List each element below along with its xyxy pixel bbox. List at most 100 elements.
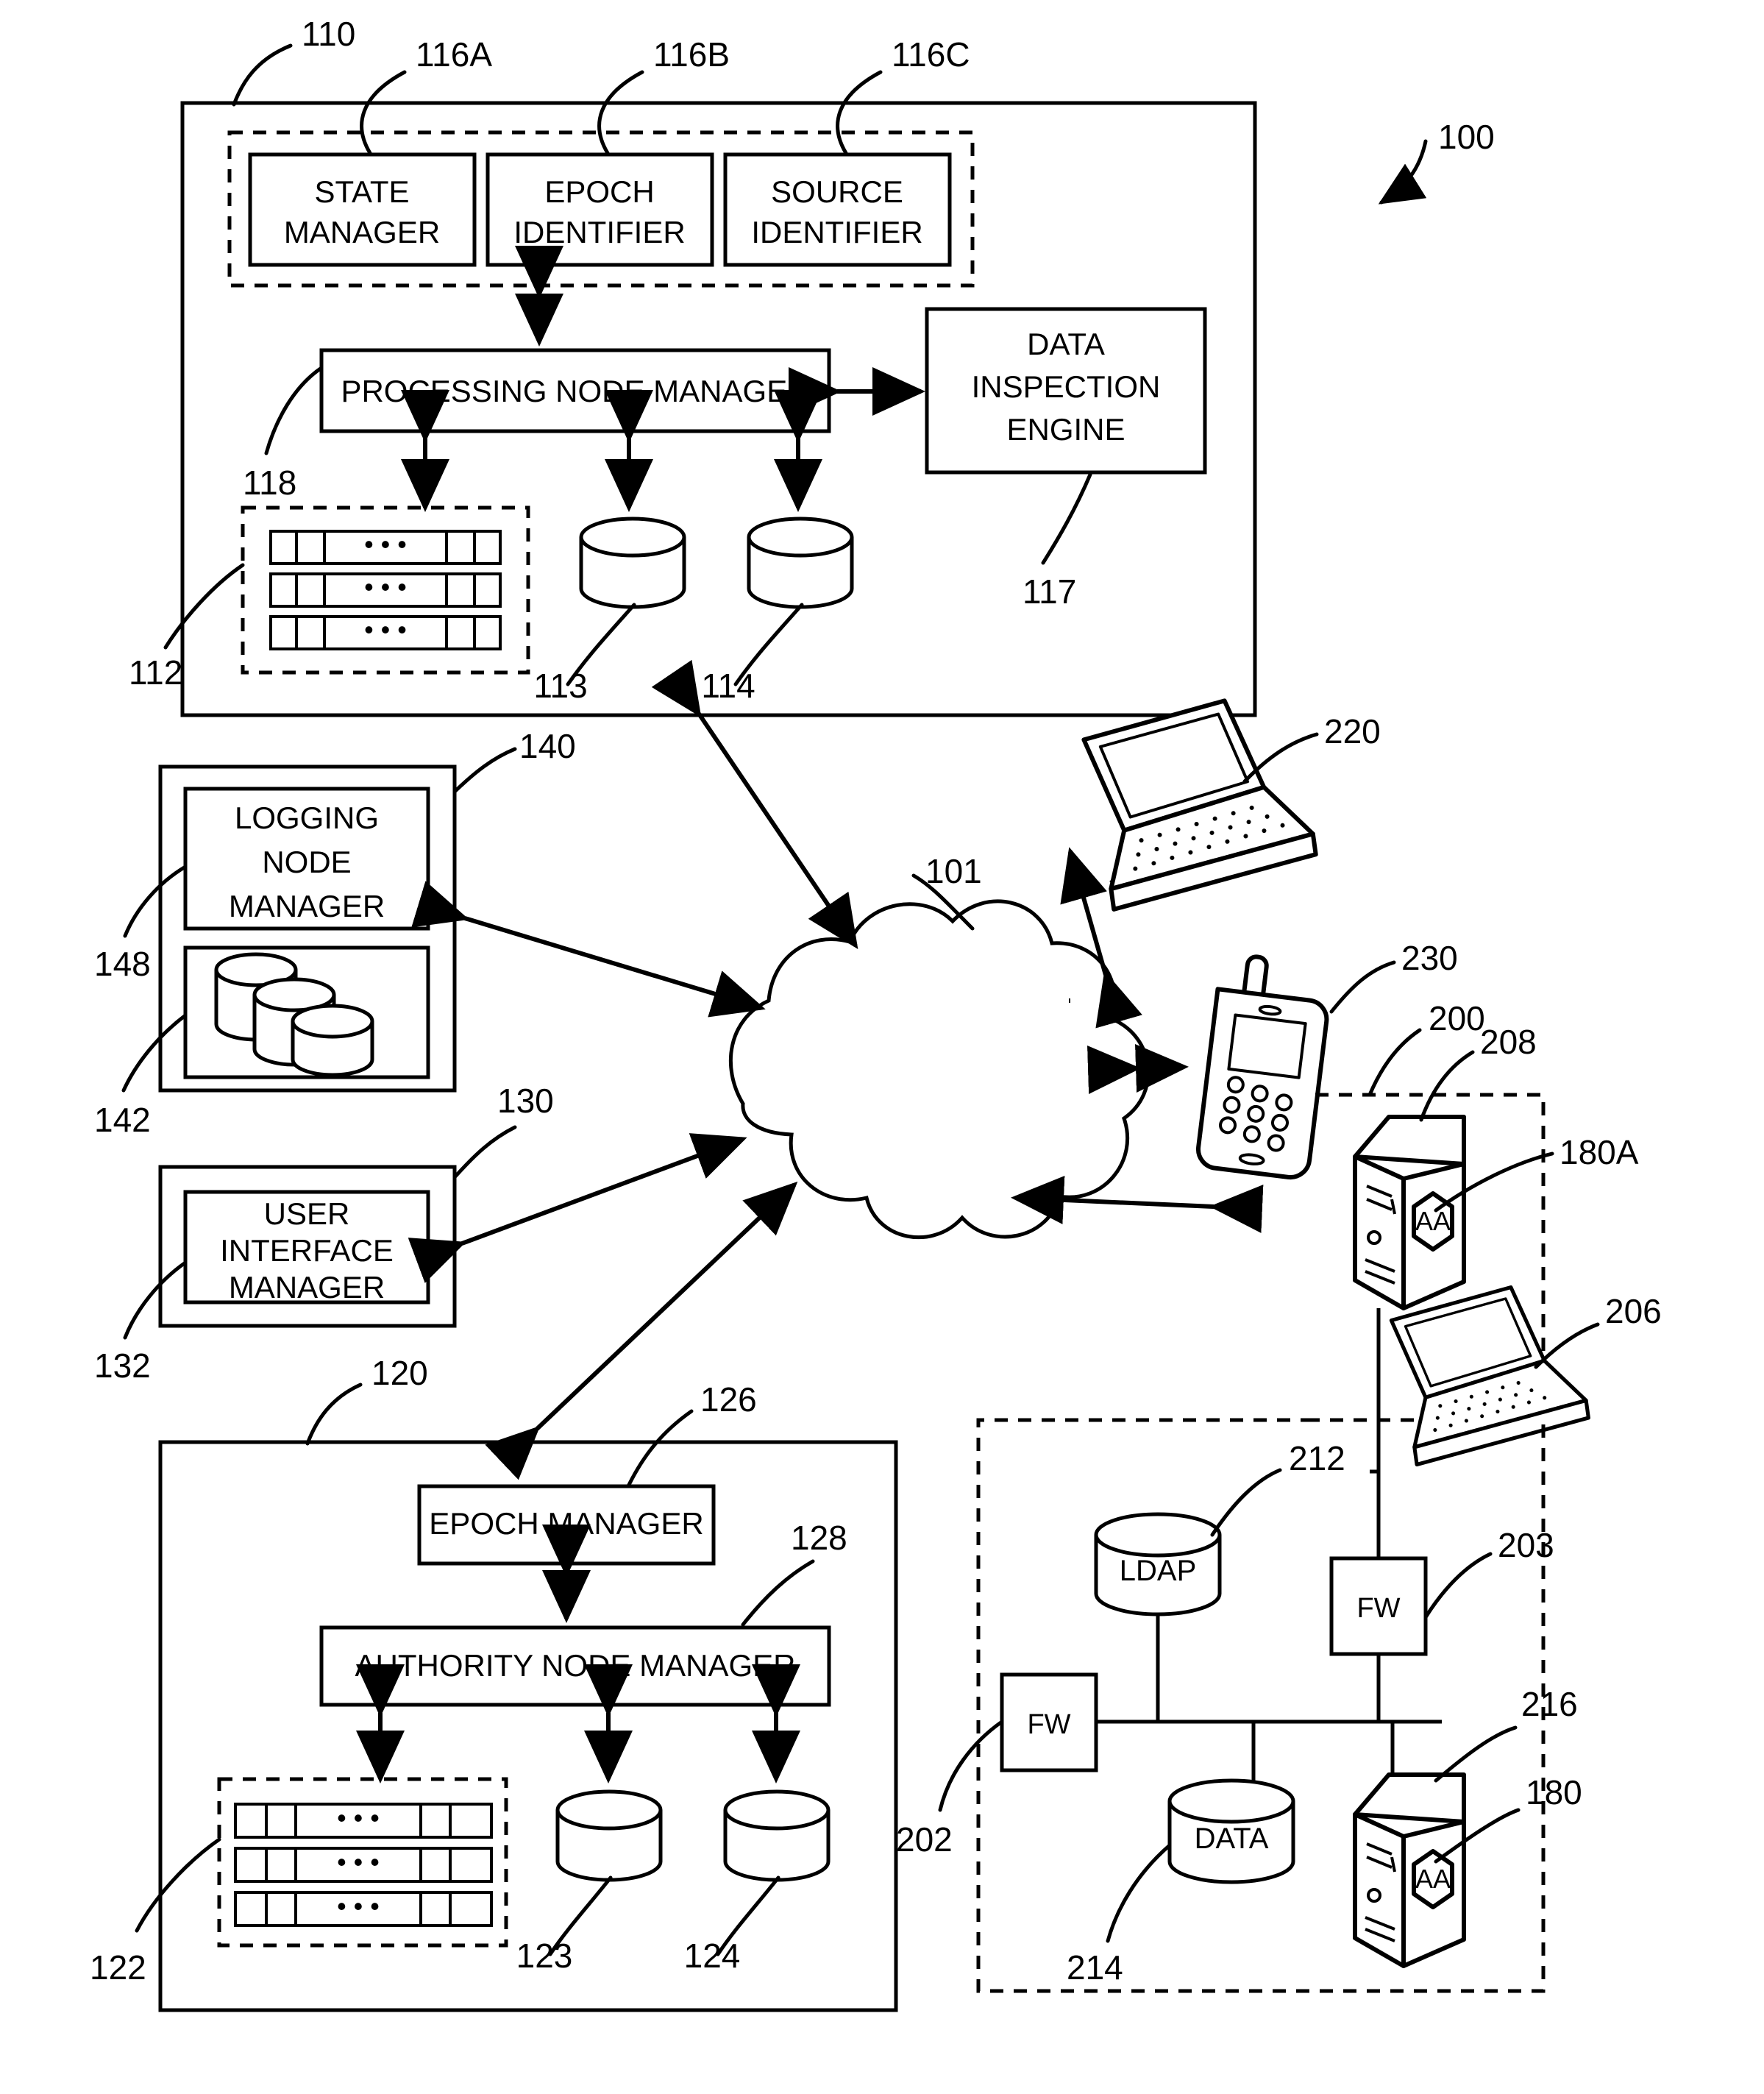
ref-180: 180 — [1526, 1773, 1582, 1811]
server-216-badge: AA — [1415, 1864, 1451, 1894]
processing-rack: • • • • • • • • • — [269, 529, 502, 650]
lead-214 — [1106, 1843, 1172, 1943]
ref-142: 142 — [94, 1101, 151, 1139]
ref-112: 112 — [129, 653, 182, 692]
die-label-2: INSPECTION — [972, 369, 1161, 404]
die-label-1: DATA — [1027, 327, 1105, 361]
state-manager-label-2: MANAGER — [284, 215, 440, 249]
ref-216: 216 — [1521, 1685, 1578, 1723]
logging-node-manager-label-3: MANAGER — [229, 889, 385, 923]
laptop-220-icon — [1081, 698, 1318, 912]
authority-node-manager-label: AUTHORITY NODE MANAGER — [355, 1648, 796, 1683]
arrow-cloud-phone-230 — [1087, 1044, 1189, 1095]
lead-100 — [1378, 139, 1428, 205]
processing-store-114 — [747, 517, 854, 609]
epoch-manager-label: EPOCH MANAGER — [429, 1506, 703, 1541]
ref-208: 208 — [1480, 1023, 1537, 1061]
lead-140 — [452, 747, 517, 794]
lead-126 — [627, 1409, 694, 1487]
ref-220: 220 — [1324, 712, 1381, 750]
lead-148 — [123, 865, 188, 938]
lead-116B — [597, 70, 644, 155]
arrow-cloud-ui-node — [408, 1133, 747, 1283]
lead-110 — [232, 43, 293, 107]
data-214-label: DATA — [1195, 1823, 1269, 1855]
lead-200 — [1368, 1028, 1422, 1097]
patent-figure-canvas: 110 100 STATE MANAGER 116A EPOCH IDENTIF… — [0, 0, 1764, 2094]
server-216-icon: AA — [1353, 1772, 1466, 1968]
ref-230: 230 — [1401, 939, 1458, 977]
ref-100: 100 — [1438, 118, 1495, 156]
lead-116A — [360, 70, 407, 155]
authority-store-123 — [555, 1789, 663, 1882]
ref-128: 128 — [791, 1519, 847, 1557]
logging-storage-cylinders — [214, 952, 374, 1077]
die-label-3: ENGINE — [1006, 412, 1125, 447]
logging-node-manager-label-1: LOGGING — [235, 801, 379, 835]
lead-142 — [121, 1013, 188, 1093]
lead-216 — [1434, 1725, 1518, 1783]
ui-manager-label-3: MANAGER — [229, 1270, 385, 1305]
lead-130 — [452, 1125, 517, 1179]
firewall-203-label: FW — [1356, 1593, 1400, 1624]
lead-128 — [741, 1559, 815, 1627]
ref-117: 117 — [1023, 572, 1076, 611]
state-manager-label-1: STATE — [314, 174, 409, 209]
authority-rack: • • • • • • • • • — [234, 1803, 493, 1927]
auth-rack-row-dots-3: • • • — [337, 1891, 380, 1921]
ldap-212-label: LDAP — [1120, 1555, 1197, 1587]
ref-116B: 116B — [653, 35, 730, 74]
rack-row-dots-3: • • • — [364, 614, 407, 645]
data-214-icon: DATA — [1167, 1778, 1295, 1884]
firewall-202-label: FW — [1027, 1709, 1070, 1740]
ref-148: 148 — [94, 945, 151, 983]
auth-rack-row-dots: • • • — [337, 1803, 380, 1833]
ref-212: 212 — [1289, 1439, 1345, 1477]
source-identifier-label-1: SOURCE — [771, 174, 903, 209]
arrow-cloud-laptop-220 — [1060, 847, 1142, 1029]
ref-120: 120 — [371, 1354, 428, 1392]
lead-208 — [1419, 1050, 1475, 1122]
lead-117 — [1041, 472, 1092, 565]
epoch-identifier-label-2: IDENTIFIER — [513, 215, 685, 249]
ref-123: 123 — [516, 1937, 573, 1975]
ref-114: 114 — [701, 667, 755, 705]
ref-118: 118 — [243, 464, 296, 502]
ref-140: 140 — [519, 727, 576, 765]
ref-180A: 180A — [1559, 1133, 1639, 1171]
ref-206: 206 — [1605, 1292, 1662, 1330]
ref-200: 200 — [1429, 999, 1485, 1037]
processing-node-manager-label: PROCESSING NODE MANAGER — [341, 374, 809, 408]
ui-manager-label-1: USER — [264, 1196, 350, 1231]
ui-manager-label-2: INTERFACE — [220, 1233, 394, 1268]
ref-132: 132 — [94, 1346, 151, 1385]
lead-116C — [836, 70, 883, 155]
lead-203 — [1423, 1552, 1493, 1619]
ref-116C: 116C — [892, 35, 970, 74]
ref-101: 101 — [925, 852, 982, 890]
ref-126: 126 — [700, 1380, 757, 1419]
arrow-cloud-processing-node — [651, 659, 858, 949]
ref-122: 122 — [90, 1948, 146, 1987]
lead-112 — [163, 563, 245, 650]
ref-110: 110 — [302, 15, 355, 53]
lead-202 — [938, 1719, 1004, 1812]
lead-120 — [305, 1383, 363, 1446]
ref-202: 202 — [896, 1820, 953, 1859]
server-208-badge: AA — [1415, 1206, 1451, 1236]
lead-206 — [1534, 1322, 1600, 1369]
ldap-212-icon: LDAP — [1094, 1512, 1222, 1616]
ref-214: 214 — [1067, 1948, 1123, 1987]
phone-230-icon — [1195, 954, 1329, 1180]
ref-130: 130 — [497, 1082, 554, 1120]
lead-230 — [1329, 960, 1396, 1014]
ref-124: 124 — [684, 1937, 741, 1975]
processing-store-113 — [579, 517, 686, 609]
auth-rack-row-dots-2: • • • — [337, 1847, 380, 1877]
server-208-icon: AA — [1353, 1115, 1466, 1310]
authority-store-124 — [723, 1789, 831, 1882]
logging-node-manager-label-2: NODE — [262, 845, 351, 879]
source-identifier-label-2: IDENTIFIER — [751, 215, 922, 249]
rack-row-dots-2: • • • — [364, 572, 407, 602]
epoch-identifier-label-1: EPOCH — [544, 174, 654, 209]
